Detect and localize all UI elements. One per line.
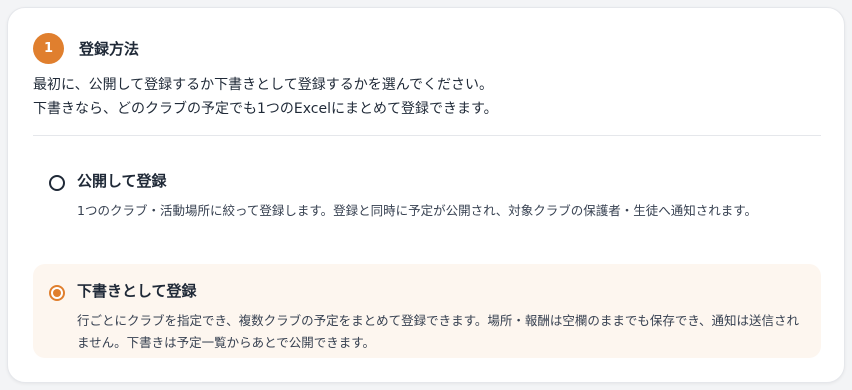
description-line-1: 最初に、公開して登録するか下書きとして登録するかを選んでください。 xyxy=(33,77,494,93)
option-draft-description: 行ごとにクラブを指定でき、複数クラブの予定をまとめて登録できます。場所・報酬は空… xyxy=(77,313,800,350)
registration-method-card: 1 登録方法 最初に、公開して登録するか下書きとして登録するかを選んでください。… xyxy=(7,7,845,383)
option-draft[interactable]: 下書きとして登録 行ごとにクラブを指定でき、複数クラブの予定をまとめて登録できま… xyxy=(33,264,821,358)
step-number-badge: 1 xyxy=(33,33,64,64)
radio-draft[interactable] xyxy=(49,285,65,301)
description-line-2: 下書きなら、どのクラブの予定でも1つのExcelにまとめて登録できます。 xyxy=(33,101,498,117)
divider xyxy=(33,135,821,136)
step-description: 最初に、公開して登録するか下書きとして登録するかを選んでください。 下書きなら、… xyxy=(33,73,823,121)
radio-publish[interactable] xyxy=(49,175,65,191)
option-publish-description: 1つのクラブ・活動場所に絞って登録します。登録と同時に予定が公開され、対象クラブ… xyxy=(77,203,757,218)
option-publish[interactable]: 公開して登録 1つのクラブ・活動場所に絞って登録します。登録と同時に予定が公開さ… xyxy=(33,154,821,254)
option-draft-title[interactable]: 下書きとして登録 xyxy=(77,280,197,301)
option-publish-title[interactable]: 公開して登録 xyxy=(77,170,167,191)
step-header: 1 登録方法 xyxy=(33,33,139,64)
step-title: 登録方法 xyxy=(79,40,140,58)
